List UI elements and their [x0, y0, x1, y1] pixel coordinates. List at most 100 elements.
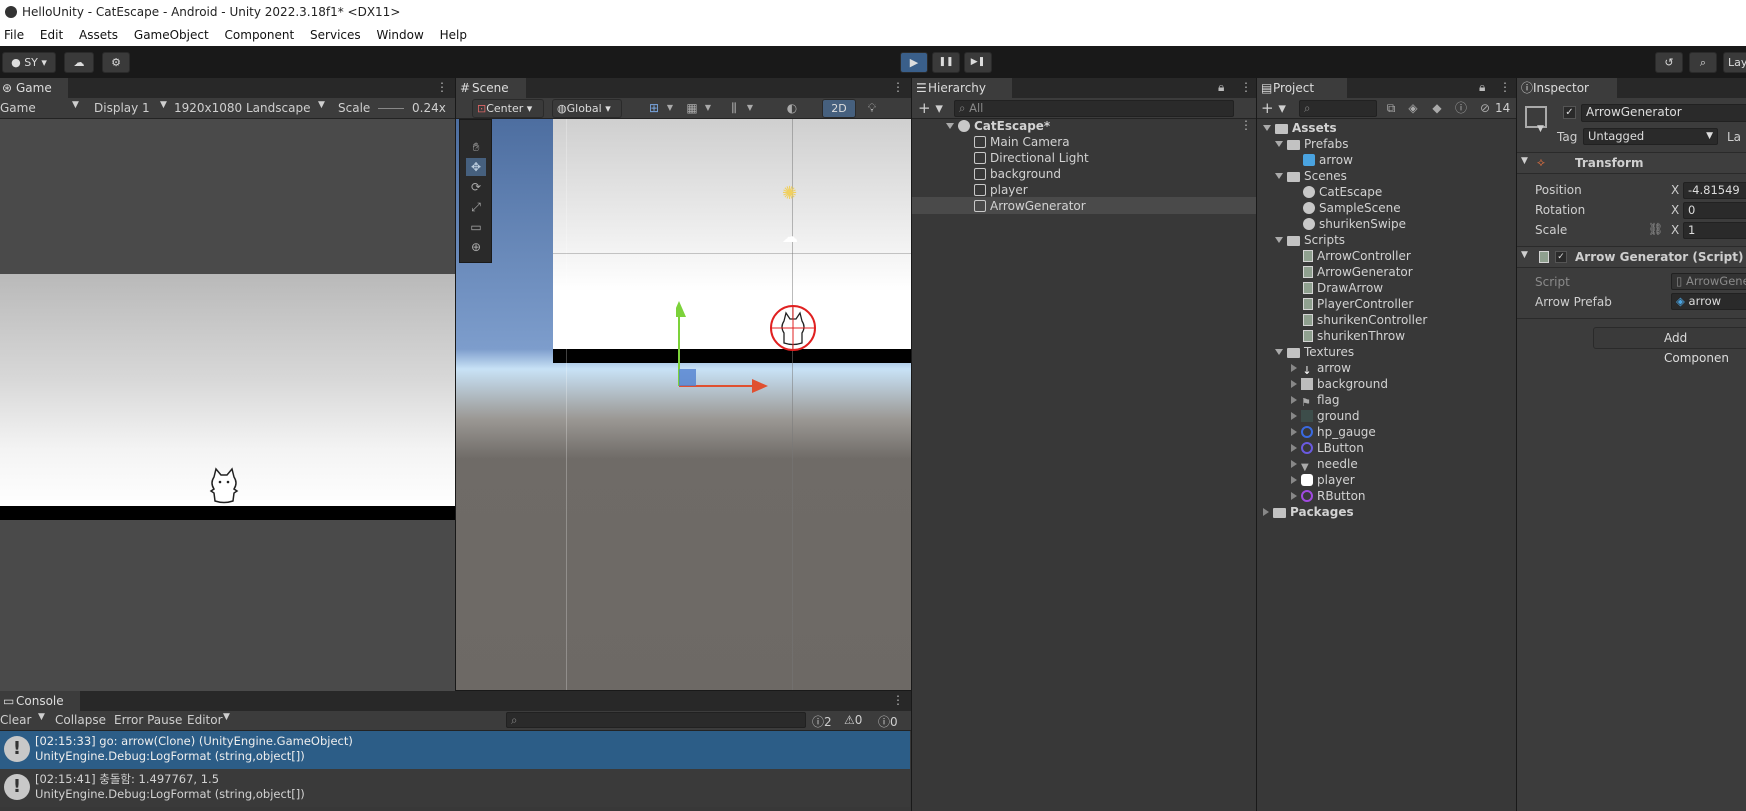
hierarchy-search-input[interactable]: ⌕ All — [954, 100, 1234, 117]
menu-edit[interactable]: Edit — [38, 28, 65, 42]
menu-services[interactable]: Services — [308, 28, 363, 42]
console-log-entry[interactable]: ! [02:15:41] 충돌함: 1.497767, 1.5 UnityEng… — [0, 769, 910, 807]
scale-tool-icon[interactable]: ⤢ — [466, 198, 486, 216]
game-viewport[interactable] — [0, 119, 455, 698]
hierarchy-item-selected[interactable]: ArrowGenerator — [974, 198, 1086, 214]
asset-item[interactable]: CatEscape — [1303, 184, 1382, 200]
asset-item[interactable]: shurikenSwipe — [1303, 216, 1406, 232]
editor-dropdown[interactable]: Editor — [187, 713, 223, 727]
info-count-toggle[interactable]: ⓘ2 — [812, 713, 832, 730]
scripts-folder[interactable]: Scripts — [1275, 232, 1345, 248]
chevron-down-icon[interactable]: ▼ — [660, 99, 680, 117]
error-pause-button[interactable]: Error Pause — [114, 713, 182, 727]
label-icon[interactable]: ◆ — [1427, 99, 1447, 117]
hand-tool-icon[interactable]: ✋︎ — [466, 138, 486, 156]
game-mode-dropdown[interactable]: Game — [0, 101, 36, 115]
rotation-x-input[interactable]: 0 — [1683, 202, 1746, 219]
pivot-dropdown[interactable]: ⊡Center ▾ — [472, 99, 544, 118]
asset-item[interactable]: ⚑ flag — [1291, 392, 1340, 409]
transform-header[interactable]: ▼ ⟡ Transform — [1517, 152, 1746, 174]
component-enabled-checkbox[interactable]: ✓ — [1555, 251, 1567, 263]
search-button[interactable]: ⌕ — [1689, 52, 1717, 73]
resolution-dropdown[interactable]: 1920x1080 Landscape — [174, 101, 310, 115]
project-search-input[interactable]: ⌕ — [1299, 100, 1377, 117]
menu-gameobject[interactable]: GameObject — [132, 28, 211, 42]
clear-button[interactable]: Clear — [0, 713, 31, 727]
chevron-down-icon[interactable]: ▼ — [1537, 124, 1544, 134]
add-object-button[interactable]: + ▾ — [918, 99, 943, 117]
play-button[interactable]: ▶ — [900, 52, 928, 73]
asset-item[interactable]: shurikenController — [1303, 312, 1427, 328]
history-button[interactable]: ↺ — [1655, 52, 1683, 73]
rotate-tool-icon[interactable]: ⟳ — [466, 178, 486, 196]
console-log-entry-selected[interactable]: ! [02:15:33] go: arrow(Clone) (UnityEngi… — [0, 731, 910, 769]
step-button[interactable]: ▶❚ — [964, 52, 992, 73]
console-menu-icon[interactable]: ⋮ — [892, 693, 904, 707]
asset-item[interactable]: ▼ needle — [1291, 456, 1358, 473]
game-menu-icon[interactable]: ⋮ — [436, 80, 448, 94]
asset-item[interactable]: hp_gauge — [1291, 424, 1376, 440]
pause-button[interactable]: ❚❚ — [932, 52, 960, 73]
draw-mode-icon[interactable]: ◐ — [782, 99, 802, 117]
menu-component[interactable]: Component — [223, 28, 297, 42]
link-icon[interactable]: ⛓︎ — [1648, 222, 1663, 236]
cloud-button[interactable]: ☁ — [64, 52, 94, 73]
scale-slider[interactable] — [378, 108, 404, 109]
asset-item[interactable]: player — [1291, 472, 1355, 488]
chevron-down-icon[interactable]: ▼ — [740, 99, 760, 117]
hierarchy-menu-icon[interactable]: ⋮ — [1240, 80, 1252, 94]
scenes-folder[interactable]: Scenes — [1275, 168, 1347, 184]
menu-help[interactable]: Help — [438, 28, 469, 42]
create-asset-button[interactable]: + ▾ — [1261, 99, 1286, 117]
asset-item[interactable]: DrawArrow — [1303, 280, 1383, 296]
asset-item[interactable]: ground — [1291, 408, 1359, 424]
player-collider-gizmo[interactable] — [770, 305, 816, 351]
asset-item[interactable]: ArrowController — [1303, 248, 1411, 264]
error-count-toggle[interactable]: ⓘ0 — [878, 713, 898, 730]
project-menu-icon[interactable]: ⋮ — [1499, 80, 1511, 94]
chevron-down-icon[interactable]: ▼ — [698, 99, 718, 117]
arrow-prefab-field[interactable]: ◈ arrow — [1671, 293, 1746, 310]
tag-dropdown[interactable]: Untagged ▼ — [1583, 128, 1718, 145]
asset-item[interactable]: ArrowGenerator — [1303, 264, 1413, 280]
hierarchy-item[interactable]: background — [974, 166, 1061, 182]
transform-tool-icon[interactable]: ⊕ — [466, 238, 486, 256]
console-search-input[interactable]: ⌕ — [506, 712, 806, 728]
lighting-icon[interactable]: 💡︎ — [862, 99, 882, 117]
asset-item[interactable]: ↓ arrow — [1291, 360, 1351, 377]
tab-hierarchy[interactable]: ☰ Hierarchy — [912, 78, 1012, 98]
textures-folder[interactable]: Textures — [1275, 344, 1354, 360]
menu-window[interactable]: Window — [374, 28, 425, 42]
scale-x-input[interactable]: 1 — [1683, 222, 1746, 239]
script-component-header[interactable]: ▼ ✓ Arrow Generator (Script) — [1517, 246, 1746, 268]
collapse-button[interactable]: Collapse — [55, 713, 106, 727]
asset-item[interactable]: PlayerController — [1303, 296, 1413, 312]
rect-tool-icon[interactable]: ▭ — [466, 218, 486, 236]
move-tool-icon[interactable]: ✥ — [466, 158, 486, 176]
add-component-button[interactable]: Add Componen — [1593, 327, 1746, 365]
tab-inspector[interactable]: ⓘ Inspector — [1517, 78, 1617, 98]
lock-icon[interactable]: 🔒︎ — [1479, 80, 1485, 95]
camera-gizmo-icon[interactable]: ☁ — [782, 227, 798, 246]
active-checkbox[interactable]: ✓ — [1563, 106, 1576, 119]
info-icon[interactable]: ⓘ — [1451, 99, 1471, 117]
collab-button[interactable]: ⚙ — [102, 52, 130, 73]
layers-dropdown[interactable]: Lay — [1723, 52, 1746, 73]
scene-viewport[interactable]: ✺ ☁ ✋︎ ✥ ⟳ ⤢ ▭ ⊕ — [456, 119, 911, 690]
object-name-input[interactable]: ArrowGenerator — [1581, 104, 1746, 122]
asset-item[interactable]: background — [1291, 376, 1388, 392]
tab-game[interactable]: ⊛ Game — [0, 78, 68, 98]
asset-item[interactable]: arrow — [1303, 152, 1353, 168]
scene-root[interactable]: CatEscape* — [946, 118, 1050, 134]
hierarchy-item[interactable]: Main Camera — [974, 134, 1070, 150]
display-dropdown[interactable]: Display 1 — [94, 101, 150, 115]
lock-icon[interactable]: 🔒︎ — [1218, 80, 1224, 95]
hierarchy-item[interactable]: Directional Light — [974, 150, 1089, 166]
2d-toggle[interactable]: 2D — [822, 99, 856, 118]
asset-item[interactable]: shurikenThrow — [1303, 328, 1405, 344]
asset-item[interactable]: SampleScene — [1303, 200, 1401, 216]
tab-project[interactable]: ▤ Project — [1257, 78, 1347, 98]
position-x-input[interactable]: -4.81549 — [1683, 182, 1746, 199]
menu-file[interactable]: File — [2, 28, 26, 42]
tab-scene[interactable]: # Scene — [456, 78, 526, 98]
